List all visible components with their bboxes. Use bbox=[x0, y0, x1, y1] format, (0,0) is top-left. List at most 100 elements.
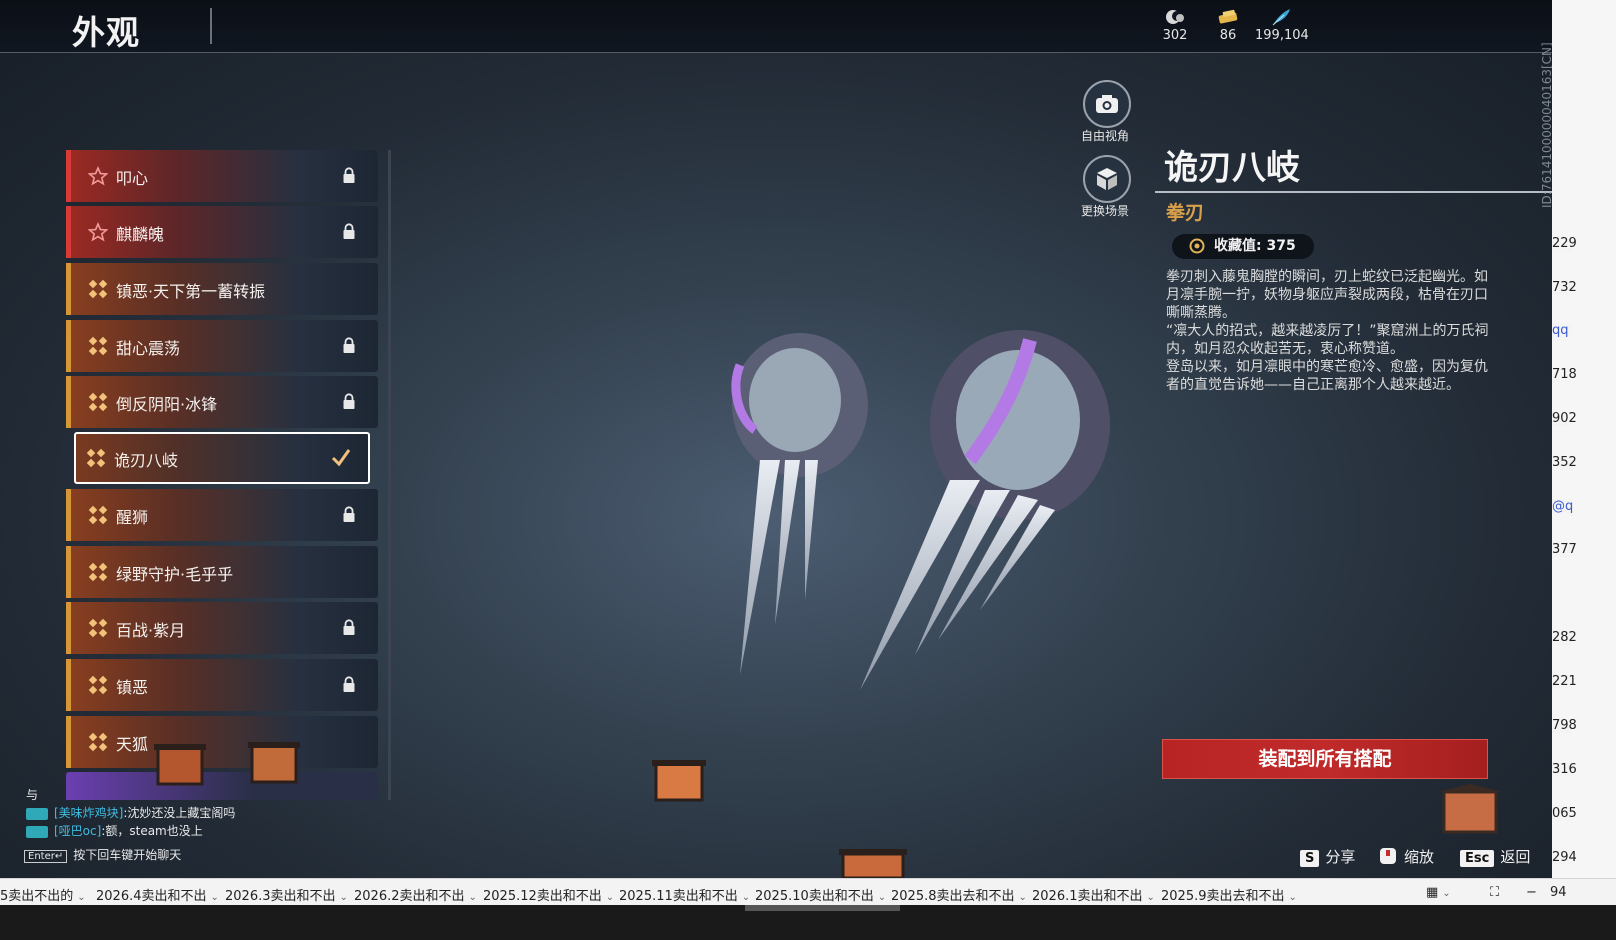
currency-feather: 199,104 bbox=[1255, 8, 1309, 43]
cross-icon bbox=[88, 618, 108, 638]
list-item[interactable]: 倒反阴阳·冰锋 bbox=[66, 376, 378, 428]
chat-message: [哑巴oc]:额，steam也没上 bbox=[26, 822, 203, 839]
free-camera-button[interactable] bbox=[1083, 80, 1131, 128]
list-item[interactable]: 甜心震荡 bbox=[66, 320, 378, 372]
share-hotkey[interactable]: S 分享 bbox=[1300, 846, 1355, 867]
edge-text: 902 bbox=[1552, 411, 1577, 426]
chat-text: :沈妙还没上藏宝阁吗 bbox=[123, 806, 236, 820]
esc-key: Esc bbox=[1460, 850, 1495, 867]
list-item[interactable]: 镇恶·天下第一蓄转振 bbox=[66, 263, 378, 315]
rarity-stripe bbox=[66, 263, 71, 315]
cross-icon bbox=[88, 279, 108, 299]
page-title: 外观 bbox=[72, 13, 140, 52]
edge-text: 221 bbox=[1552, 674, 1577, 689]
rarity-stripe bbox=[66, 320, 71, 372]
list-item[interactable]: 绿野守护·毛乎乎 bbox=[66, 546, 378, 598]
chevron-down-icon: ⌄ bbox=[877, 892, 887, 903]
list-item-label: 麒麟魄 bbox=[116, 225, 165, 244]
horizontal-scrollbar[interactable] bbox=[745, 905, 900, 911]
chat-text: :额，steam也没上 bbox=[101, 824, 203, 838]
sheet-tab[interactable]: 2025.9卖出去和不出 ⌄ bbox=[1161, 885, 1297, 904]
sheet-tab[interactable]: 2026.4卖出和不出 ⌄ bbox=[96, 885, 219, 904]
appearance-list[interactable]: 叩心 麒麟魄 镇恶·天下第一蓄转振 甜心震荡 倒反阴阳·冰锋 诡刃八岐 醒狮 绿… bbox=[66, 150, 384, 800]
currency-value: 302 bbox=[1162, 28, 1188, 43]
sheet-tab[interactable]: 2025.12卖出和不出 ⌄ bbox=[483, 885, 614, 904]
chevron-down-icon: ⌄ bbox=[605, 892, 615, 903]
sheet-tab[interactable]: 5卖出不出的 ⌄ bbox=[0, 885, 86, 904]
edge-text: 798 bbox=[1552, 718, 1577, 733]
list-item[interactable]: 天狐 bbox=[66, 716, 378, 768]
list-item[interactable]: 百战·紫月 bbox=[66, 602, 378, 654]
chat-sender[interactable]: [哑巴oc] bbox=[54, 824, 101, 838]
zoom-hotkey[interactable]: 缩放 bbox=[1378, 846, 1434, 867]
edge-text: 316 bbox=[1552, 762, 1577, 777]
chat-partial-line: 与 bbox=[26, 788, 39, 802]
list-item-label: 甜心震荡 bbox=[116, 339, 181, 358]
edge-text: 377 bbox=[1552, 542, 1577, 557]
chevron-down-icon: ⌄ bbox=[1146, 892, 1155, 903]
fullscreen-button[interactable]: ⛶ bbox=[1490, 885, 1499, 900]
share-key: S bbox=[1300, 850, 1320, 867]
list-item[interactable]: 叩心 bbox=[66, 150, 378, 202]
grid-icon: ▦ bbox=[1426, 885, 1439, 900]
moon-shell-icon bbox=[1166, 10, 1184, 24]
sheet-tab[interactable]: 2026.1卖出和不出 ⌄ bbox=[1032, 885, 1155, 904]
description-paragraph: “凛大人的招式，越来越凌厉了！”聚窟洲上的万氏祠内，如月忍众收起苦无，衷心称赞道… bbox=[1166, 323, 1489, 357]
chat-enter-hint[interactable]: Enter↵ 按下回车键开始聊天 bbox=[24, 846, 181, 863]
sheet-tab-label: 2026.3卖出和不出 bbox=[225, 889, 336, 904]
feather-icon bbox=[1272, 9, 1290, 26]
lantern-decoration bbox=[248, 742, 300, 784]
rarity-stripe bbox=[66, 150, 71, 202]
edge-text: 282 bbox=[1552, 630, 1577, 645]
cross-icon bbox=[88, 562, 108, 582]
list-item-label: 天狐 bbox=[116, 735, 149, 754]
list-item-label: 倒反阴阳·冰锋 bbox=[116, 395, 218, 414]
sheet-tab-bar: 5卖出不出的 ⌄ 2026.4卖出和不出 ⌄ 2026.3卖出和不出 ⌄ 2026.2… bbox=[0, 878, 1616, 940]
chevron-down-icon: ⌄ bbox=[1018, 892, 1027, 903]
lock-icon bbox=[343, 167, 355, 183]
weapon-model-preview[interactable] bbox=[700, 310, 1160, 710]
sheet-tab-label: 2025.9卖出去和不出 bbox=[1161, 889, 1285, 904]
sheet-tab[interactable]: 2025.10卖出和不出 ⌄ bbox=[755, 885, 886, 904]
zoom-out-button[interactable]: − bbox=[1526, 885, 1537, 900]
lantern-decoration bbox=[839, 849, 907, 878]
description-paragraph: 拳刃刺入藤鬼胸膛的瞬间，刃上蛇纹已泛起幽光。如月凛手腕一拧，妖物身躯应声裂成两段… bbox=[1166, 269, 1488, 321]
rarity-stripe bbox=[66, 659, 71, 711]
cross-icon bbox=[86, 448, 106, 468]
list-item[interactable]: 醒狮 bbox=[66, 489, 378, 541]
rarity-stripe bbox=[66, 206, 71, 258]
left-claw bbox=[731, 333, 868, 675]
sheet-tab[interactable]: 2026.3卖出和不出 ⌄ bbox=[225, 885, 348, 904]
change-scene-button[interactable] bbox=[1083, 155, 1131, 203]
edge-text: 732 bbox=[1552, 280, 1577, 295]
chevron-down-icon: ⌄ bbox=[77, 892, 86, 903]
chat-sender[interactable]: [美味炸鸡块] bbox=[54, 806, 123, 820]
chevron-down-icon: ⌄ bbox=[468, 892, 477, 903]
chevron-down-icon: ⌄ bbox=[1442, 888, 1451, 899]
share-label: 分享 bbox=[1325, 848, 1356, 866]
grid-view-button[interactable]: ▦ ⌄ bbox=[1426, 885, 1451, 900]
rarity-stripe bbox=[66, 716, 71, 768]
chat-channel-icon bbox=[26, 807, 48, 820]
collection-value: 收藏值: 375 bbox=[1214, 238, 1296, 254]
free-camera-label: 自由视角 bbox=[1080, 129, 1129, 143]
equip-all-outfits-button[interactable]: 装配到所有搭配 bbox=[1162, 739, 1488, 779]
title-divider bbox=[210, 8, 212, 44]
sheet-tab[interactable]: 2025.8卖出去和不出 ⌄ bbox=[891, 885, 1027, 904]
list-item[interactable]: 镇恶 bbox=[66, 659, 378, 711]
list-item-partial[interactable] bbox=[66, 772, 378, 800]
lock-icon bbox=[343, 393, 355, 409]
gold-ticket-icon bbox=[1218, 9, 1238, 24]
cross-icon bbox=[88, 505, 108, 525]
back-hotkey[interactable]: Esc 返回 bbox=[1460, 846, 1530, 867]
lock-icon bbox=[343, 506, 355, 522]
sheet-tab-label: 2026.2卖出和不出 bbox=[354, 889, 465, 904]
list-scrollbar[interactable] bbox=[388, 150, 391, 800]
list-item-selected[interactable]: 诡刃八岐 bbox=[74, 432, 370, 484]
sheet-tab[interactable]: 2025.11卖出和不出 ⌄ bbox=[619, 885, 750, 904]
list-item[interactable]: 麒麟魄 bbox=[66, 206, 378, 258]
collection-coin-icon bbox=[1189, 238, 1205, 254]
minus-icon: − bbox=[1526, 885, 1537, 900]
edge-text: 352 bbox=[1552, 455, 1577, 470]
sheet-tab[interactable]: 2026.2卖出和不出 ⌄ bbox=[354, 885, 477, 904]
